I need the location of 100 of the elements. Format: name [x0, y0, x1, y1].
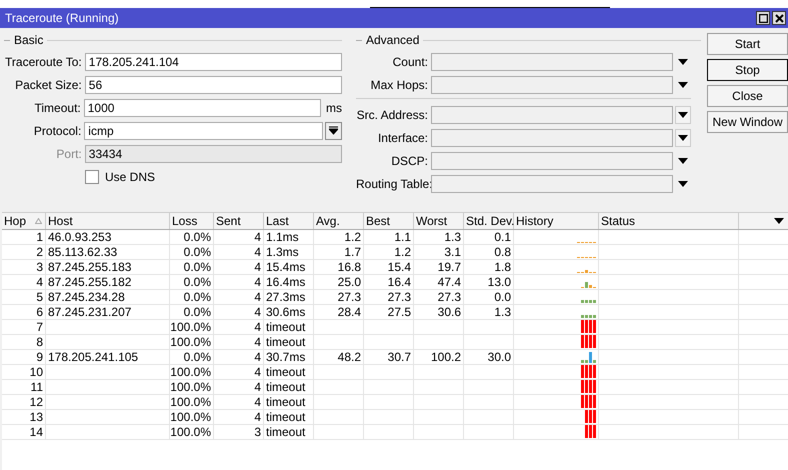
column-header[interactable]: Hop: [2, 213, 46, 229]
table-cell: 0.0%: [184, 290, 211, 304]
table-cell: 100.0%: [170, 365, 211, 379]
input-field[interactable]: [431, 128, 673, 146]
table-cell: 4: [254, 320, 261, 334]
close-button[interactable]: [772, 11, 786, 25]
table-cell: 28.4: [338, 305, 361, 319]
table-cell: 3: [36, 260, 43, 274]
history-graph-drawing: [585, 410, 596, 423]
column-header[interactable]: Last: [264, 213, 314, 229]
select-field[interactable]: icmp: [84, 122, 324, 140]
sort-icon: [35, 218, 42, 224]
column-header[interactable]: Worst: [414, 213, 464, 229]
down-arrow-icon: [678, 112, 688, 118]
dropdown-button[interactable]: [675, 128, 691, 146]
column-header[interactable]: Std. Dev.: [464, 213, 514, 229]
table-cell: 7: [36, 320, 43, 334]
table-cell: 1: [36, 230, 43, 244]
table-cell: 27.3: [388, 290, 411, 304]
table-cell: 16.4ms: [266, 275, 306, 289]
table-cell: 6: [36, 305, 43, 319]
table-cell: 0.0%: [184, 275, 211, 289]
down-arrow-icon: [329, 126, 338, 135]
table-cell: 0.0: [494, 290, 511, 304]
table-cell: 3.1: [444, 245, 461, 259]
table-cell: timeout: [266, 395, 306, 409]
table-cell: 8: [36, 335, 43, 349]
input-field[interactable]: [431, 106, 673, 124]
input-field[interactable]: 178.205.241.104: [84, 52, 342, 70]
input-field[interactable]: 1000: [84, 98, 321, 116]
table-cell: 13.0: [488, 275, 511, 289]
field-label: Timeout:: [34, 100, 82, 114]
input-field[interactable]: [431, 52, 673, 70]
input-field[interactable]: [431, 76, 673, 94]
column-header[interactable]: Host: [46, 213, 170, 229]
table-cell: 100.0%: [170, 320, 211, 334]
field-label: Routing Table:: [356, 176, 431, 190]
table-cell: timeout: [266, 380, 306, 394]
table-cell: timeout: [266, 425, 306, 439]
action-button[interactable]: Stop: [707, 59, 788, 81]
column-header[interactable]: Status: [599, 213, 739, 229]
unit-label: ms: [326, 100, 342, 114]
table-cell: 9: [36, 350, 43, 364]
field-label: Interface:: [376, 130, 429, 144]
table-cell: 0.0%: [184, 260, 211, 274]
window-title: Traceroute (Running): [5, 11, 119, 25]
table-cell: 87.245.255.183: [48, 260, 132, 274]
table-cell: 4: [254, 365, 261, 379]
input-field[interactable]: 56: [84, 76, 342, 94]
action-button[interactable]: Start: [707, 33, 788, 55]
table-cell: 16.4: [388, 275, 411, 289]
input-field[interactable]: [431, 152, 673, 170]
table-cell: 100.0%: [170, 335, 211, 349]
history-graph-drawing: [581, 335, 596, 348]
column-header[interactable]: Avg.: [314, 213, 364, 229]
dropdown-button[interactable]: [325, 122, 342, 140]
table-cell: 19.7: [438, 260, 461, 274]
table-cell: 16.8: [338, 260, 361, 274]
table-cell: 5: [36, 290, 43, 304]
table-cell: 30.7ms: [266, 350, 306, 364]
down-arrow-icon: [678, 58, 688, 64]
table-cell: 1.1: [394, 230, 411, 244]
maximize-button[interactable]: [756, 11, 770, 25]
table-cell: 4: [254, 290, 261, 304]
column-header[interactable]: Loss: [170, 213, 214, 229]
history-graph-drawing: [581, 365, 596, 378]
group-title: Basic: [14, 33, 44, 47]
table-cell: 3: [254, 425, 261, 439]
table-cell: 2: [36, 245, 43, 259]
table-cell: 4: [254, 410, 261, 424]
action-button[interactable]: Close: [707, 85, 788, 107]
table-cell: 1.3: [494, 305, 511, 319]
field-label: Max Hops:: [370, 78, 429, 92]
history-graph-drawing: [585, 425, 596, 438]
table-cell: 0.8: [494, 245, 511, 259]
table-cell: 4: [254, 395, 261, 409]
input-field[interactable]: [431, 174, 673, 192]
history-graph-drawing: [577, 270, 596, 273]
dropdown-button[interactable]: [675, 106, 691, 124]
action-button[interactable]: New Window: [707, 111, 788, 133]
table-cell: 27.3: [338, 290, 361, 304]
column-header[interactable]: Best: [364, 213, 414, 229]
table-cell: 27.3ms: [266, 290, 306, 304]
checkbox[interactable]: [85, 170, 99, 184]
table-cell: 1.7: [344, 245, 361, 259]
table-cell: 0.0%: [184, 305, 211, 319]
table-cell: 100.0%: [170, 395, 211, 409]
table-cell: 1.2: [344, 230, 361, 244]
table-cell: 15.4: [388, 260, 411, 274]
table-cell: 4: [254, 230, 261, 244]
column-header[interactable]: History: [514, 213, 599, 229]
table-cell: 4: [254, 275, 261, 289]
table-cell: 100.0%: [170, 380, 211, 394]
column-header[interactable]: Sent: [214, 213, 264, 229]
table-cell: 48.2: [338, 350, 361, 364]
down-arrow-icon: [678, 134, 688, 140]
table-cell: 30.6ms: [266, 305, 306, 319]
field-label: Protocol:: [32, 124, 82, 138]
history-graph-drawing: [581, 282, 596, 288]
close-icon: [774, 14, 784, 22]
